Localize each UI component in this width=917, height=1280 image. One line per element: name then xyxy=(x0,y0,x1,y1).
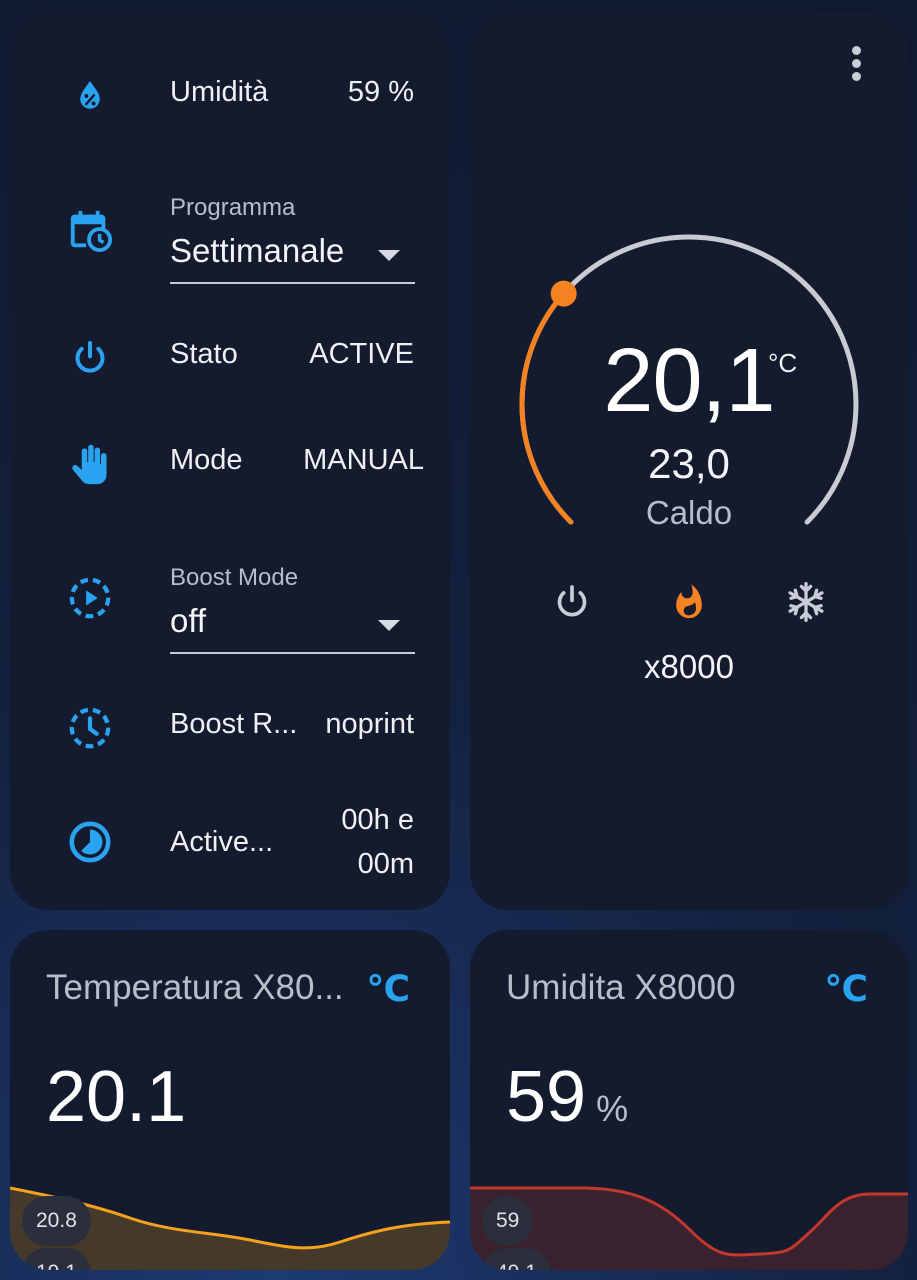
mode-cool-button[interactable] xyxy=(776,572,836,632)
target-temperature: 23,0 xyxy=(648,440,730,487)
hand-icon xyxy=(64,438,116,490)
active-time-value-line1: 00h e xyxy=(341,804,414,836)
stato-value: ACTIVE xyxy=(309,338,414,370)
temperature-sensor-title: Temperatura X80... xyxy=(46,968,344,1007)
thermostat-name: x8000 xyxy=(644,648,734,685)
programma-underline xyxy=(170,282,415,284)
thermometer-celsius-icon: ℃ xyxy=(366,968,410,1009)
row-stato[interactable]: Stato ACTIVE xyxy=(10,328,450,388)
boost-mode-dropdown-arrow-icon[interactable] xyxy=(378,620,400,631)
row-programma: Programma Settimanale xyxy=(10,178,450,288)
mode-value: MANUAL xyxy=(303,444,424,476)
humidity-sensor-unit: % xyxy=(596,1088,629,1129)
programma-select[interactable]: Settimanale xyxy=(170,232,344,270)
clock-dashed-icon xyxy=(64,702,116,754)
boost-mode-underline xyxy=(170,652,415,654)
mode-off-button[interactable] xyxy=(542,572,602,632)
temperature-unit: °C xyxy=(768,348,798,378)
row-boost-remaining[interactable]: Boost R... noprint xyxy=(10,698,450,758)
temperature-sensor-value: 20.1 xyxy=(46,1057,187,1137)
humidity-sensor-title: Umidita X8000 xyxy=(506,968,736,1007)
graph-max-label: 20.8 xyxy=(22,1196,91,1246)
active-time-value-line2: 00m xyxy=(357,848,414,880)
mode-label: Mode xyxy=(170,444,243,476)
boost-remaining-value: noprint xyxy=(325,708,414,740)
boost-mode-label: Boost Mode xyxy=(170,564,299,591)
active-time-label: Active... xyxy=(170,826,274,858)
play-circle-dashed-icon xyxy=(64,572,116,624)
row-mode[interactable]: Mode MANUAL xyxy=(10,434,450,494)
row-boost-mode: Boost Mode off xyxy=(10,548,450,658)
humidity-sensor-value: 59 xyxy=(506,1057,587,1137)
programma-dropdown-arrow-icon[interactable] xyxy=(378,250,400,261)
boost-mode-select[interactable]: off xyxy=(170,602,206,640)
temperature-sensor-card[interactable]: Temperatura X80... ℃ 20.1 20.8 19.1 xyxy=(10,930,450,1270)
umidita-label: Umidità xyxy=(170,76,269,108)
water-percent-icon xyxy=(64,70,116,122)
boost-remaining-label: Boost R... xyxy=(170,708,298,740)
entities-card: Umidità 59 % Programma Settimanale Stato… xyxy=(10,12,450,910)
umidita-value: 59 % xyxy=(347,76,414,108)
row-active-time[interactable]: Active... 00h e 00m xyxy=(10,792,450,892)
current-temperature: 20,1 xyxy=(603,331,775,431)
mode-heat-button[interactable] xyxy=(659,572,719,632)
graph-max-label: 59 xyxy=(482,1196,534,1246)
power-icon xyxy=(64,332,116,384)
hvac-action: Caldo xyxy=(645,494,733,531)
dial-knob xyxy=(550,280,577,307)
snowflake-icon xyxy=(788,582,824,622)
humidity-sensor-value-wrapper: 59% xyxy=(506,1056,628,1138)
thermometer-celsius-icon: ℃ xyxy=(824,968,868,1009)
stato-label: Stato xyxy=(170,338,238,370)
thermostat-card: 20,1 °C 23,0 Caldo x8000 xyxy=(470,12,908,910)
row-umidita[interactable]: Umidità 59 % xyxy=(10,66,450,126)
timelapse-icon xyxy=(64,816,116,868)
power-icon xyxy=(557,585,587,617)
programma-label: Programma xyxy=(170,194,296,221)
calendar-clock-icon xyxy=(64,204,116,256)
thermostat-dial[interactable] xyxy=(470,12,908,572)
fire-icon xyxy=(676,584,702,619)
humidity-sensor-card[interactable]: Umidita X8000 ℃ 59% 59 49.1 xyxy=(470,930,908,1270)
